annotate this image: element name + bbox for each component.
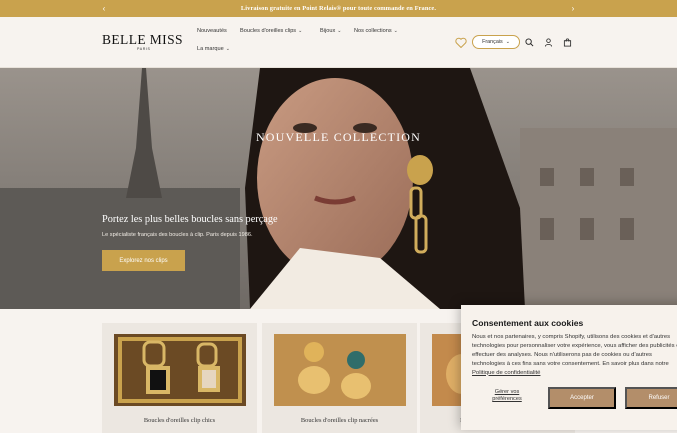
explore-clips-button[interactable]: Explorez nos clips: [102, 250, 185, 271]
brand-sub: PARIS: [137, 47, 151, 51]
chevron-down-icon: ⌄: [505, 39, 510, 45]
nav-item-nouveautes[interactable]: Nouveautés: [197, 28, 227, 34]
hero-collection-label: NOUVELLE COLLECTION: [255, 130, 422, 144]
announcement-bar: ‹ Livraison gratuite en Point Relais® po…: [0, 0, 677, 17]
manage-preferences-link[interactable]: Gérer vos préférences: [487, 389, 527, 403]
language-selector[interactable]: Français ⌄: [472, 35, 520, 49]
product-image: [274, 334, 406, 406]
hero-tagline: Le spécialiste français des boucles à cl…: [102, 232, 253, 238]
heart-icon[interactable]: [454, 35, 468, 49]
hero-heading: Portez les plus belles boucles sans perç…: [102, 214, 278, 225]
chevron-left-icon[interactable]: ‹: [97, 0, 111, 17]
cookie-consent-dialog: Consentement aux cookies Nous et nos par…: [461, 305, 677, 430]
product-title: Boucles d'oreilles clip chics: [143, 417, 216, 424]
hero-image: [0, 68, 677, 309]
product-card[interactable]: Boucles d'oreilles clip nacrées: [262, 323, 417, 433]
brand-logo[interactable]: BELLE MISS PARIS: [102, 32, 183, 51]
chevron-right-icon[interactable]: ›: [566, 0, 580, 17]
search-icon[interactable]: [523, 36, 535, 48]
bag-icon[interactable]: [561, 36, 573, 48]
product-image: [114, 334, 246, 406]
chevron-down-icon: ⌄: [298, 28, 303, 34]
nav-item-collections[interactable]: Nos collections ⌄: [354, 28, 398, 34]
user-icon[interactable]: [542, 36, 554, 48]
language-selected: Français: [482, 39, 503, 45]
chevron-down-icon: ⌄: [225, 46, 230, 52]
privacy-policy-link[interactable]: Politique de confidentialité: [472, 370, 540, 376]
hero-banner: NOUVELLE COLLECTION Portez les plus bell…: [0, 68, 677, 309]
consent-body: Nous et nos partenaires, y compris Shopi…: [472, 334, 677, 376]
consent-title: Consentement aux cookies: [472, 318, 584, 328]
accept-button[interactable]: Accepter: [548, 387, 616, 409]
nav-item-bijoux[interactable]: Bijoux ⌄: [320, 28, 341, 34]
nav-item-la-marque[interactable]: La marque ⌄: [197, 46, 230, 52]
chevron-down-icon: ⌄: [337, 28, 342, 34]
brand-name: BELLE MISS: [102, 32, 183, 47]
chevron-down-icon: ⌄: [393, 28, 398, 34]
refuse-button[interactable]: Refuser: [625, 387, 677, 409]
product-card[interactable]: Boucles d'oreilles clip chics: [102, 323, 257, 433]
nav-item-boucles-clips[interactable]: Boucles d'oreilles clips ⌄: [240, 28, 302, 34]
product-title: Boucles d'oreilles clip nacrées: [300, 417, 379, 424]
announcement-text: Livraison gratuite en Point Relais® pour…: [240, 5, 437, 12]
site-header: BELLE MISS PARIS Nouveautés Boucles d'or…: [0, 17, 677, 68]
